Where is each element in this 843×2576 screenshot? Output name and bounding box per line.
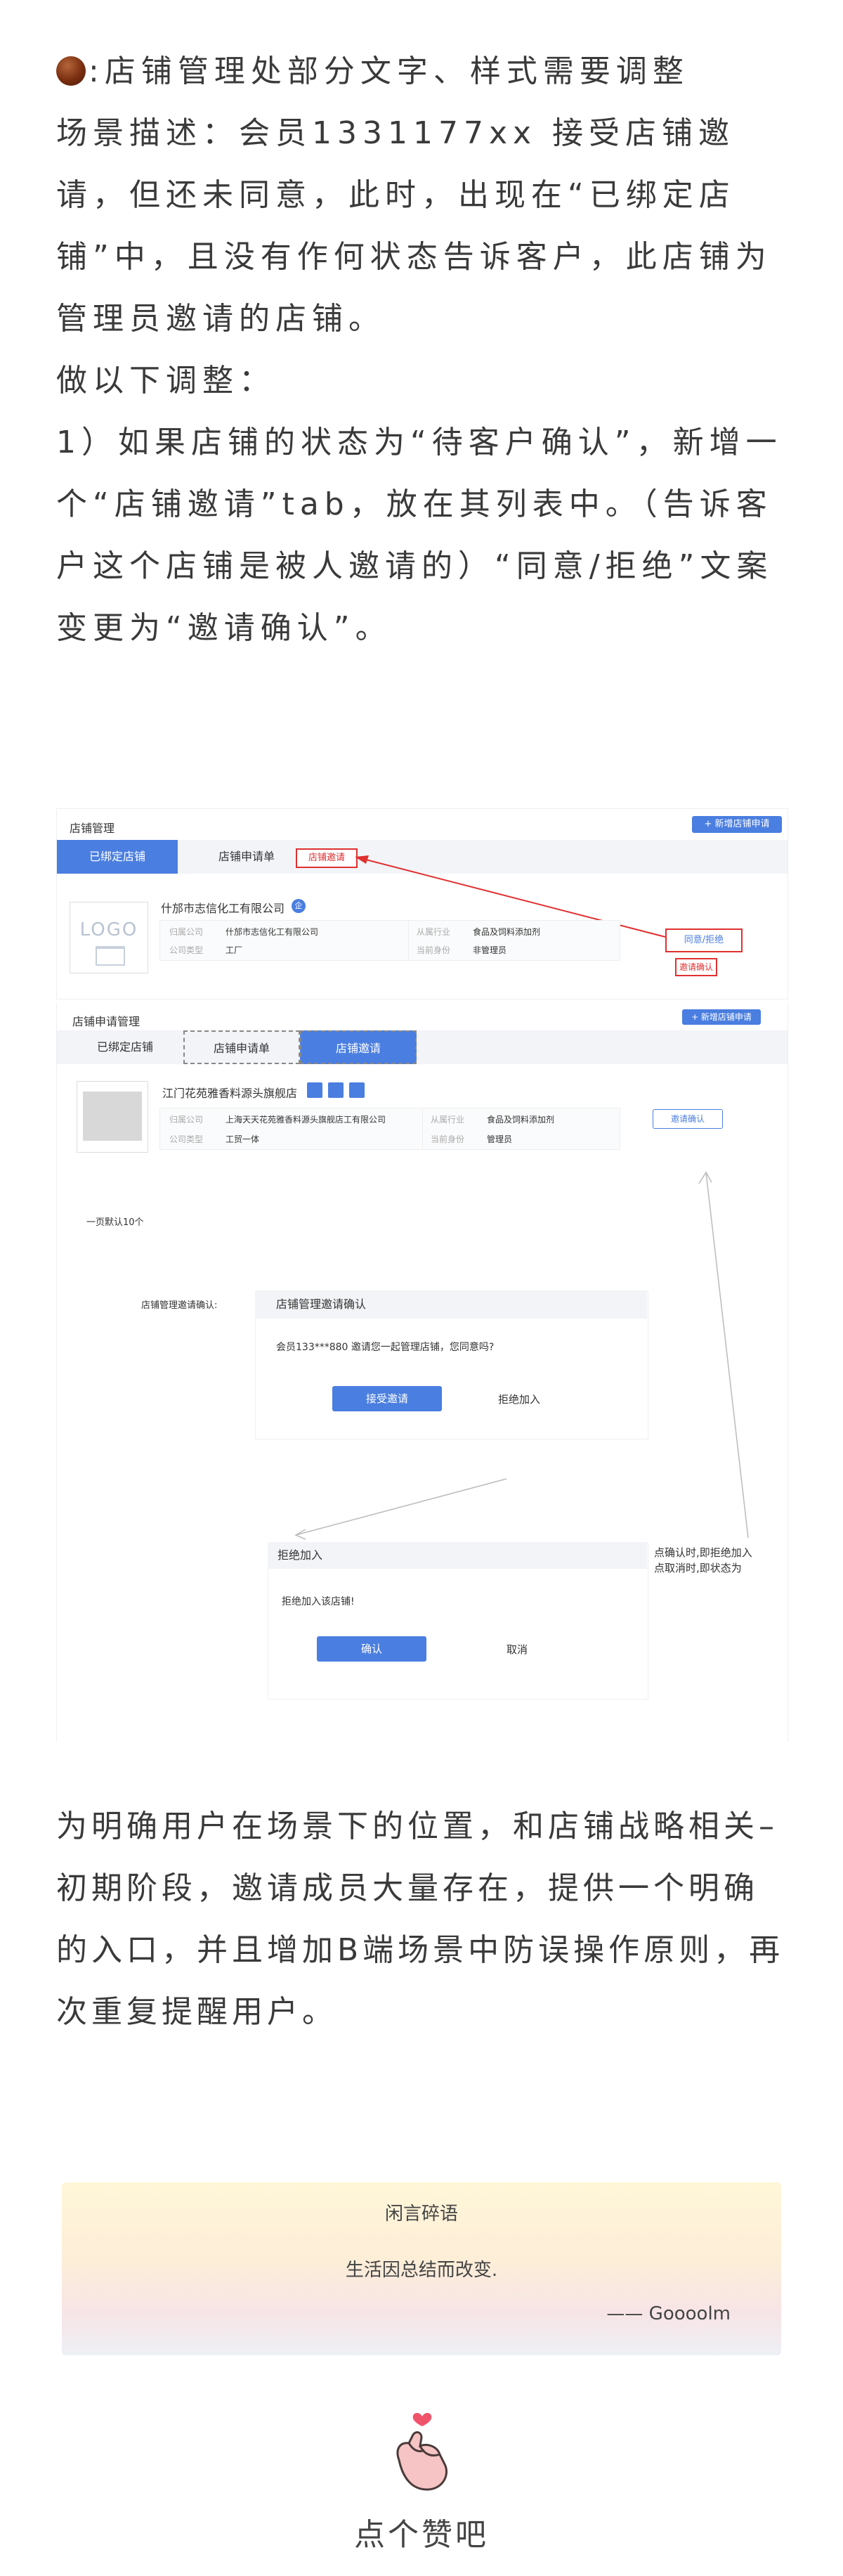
reject-dialog-message: 拒绝加入该店铺!	[282, 1596, 355, 1607]
side-note-1: 点确认时,即拒绝加入	[654, 1546, 752, 1559]
like-section: 点个赞吧	[0, 2404, 843, 2576]
value-type: 工厂	[226, 945, 243, 955]
value-role: 非管理员	[473, 945, 507, 955]
cancel-link[interactable]: 取消	[507, 1642, 528, 1657]
finger-heart-icon[interactable]	[385, 2404, 459, 2495]
label-type: 公司类型	[169, 945, 204, 955]
logo-text: LOGO	[79, 919, 138, 940]
scene-description: 场景描述：会员1331177xx 接受店铺邀请，但还未同意，此时，出现在“已绑定…	[56, 115, 772, 337]
confirm-button[interactable]: 确认	[317, 1636, 426, 1662]
building-icon	[96, 946, 125, 966]
verified-badge: 企	[292, 899, 306, 913]
dialog-caption: 店铺管理邀请确认:	[141, 1300, 218, 1311]
invite-dialog-message: 会员133***880 邀请您一起管理店铺，您同意吗?	[276, 1342, 495, 1353]
label-company: 归属公司	[169, 927, 204, 937]
quote-author: —— Goooolm	[606, 2303, 731, 2324]
adjust-item-1: 1）如果店铺的状态为“待客户确认”，新增一个“店铺邀请”tab，放在其列表中。（…	[56, 425, 783, 646]
reject-dialog-title: 拒绝加入	[268, 1542, 647, 1569]
side-note-2: 点取消时,即状态为	[654, 1562, 742, 1574]
invite-confirm-annotation: 邀请确认	[675, 958, 717, 976]
company-name: 什邡市志信化工有限公司	[161, 902, 285, 915]
like-label[interactable]: 点个赞吧	[0, 2509, 843, 2554]
label-industry: 从属行业	[417, 927, 451, 937]
heading-text: :店铺管理处部分文字、样式需要调整	[89, 53, 689, 89]
intro-heading: :店铺管理处部分文字、样式需要调整	[56, 41, 787, 103]
article-page: :店铺管理处部分文字、样式需要调整 场景描述：会员1331177xx 接受店铺邀…	[0, 0, 843, 2576]
agree-reject-button[interactable]: 同意/拒绝	[665, 928, 743, 952]
adjust-title: 做以下调整：	[56, 363, 275, 399]
quote-title: 闲言碎语	[384, 2203, 458, 2225]
value-company: 什邡市志信化工有限公司	[226, 927, 319, 937]
intro-text: :店铺管理处部分文字、样式需要调整 场景描述：会员1331177xx 接受店铺邀…	[56, 41, 787, 659]
reject-join-link[interactable]: 拒绝加入	[498, 1392, 540, 1406]
value-industry: 食品及饲料添加剂	[473, 927, 541, 937]
label-role: 当前身份	[417, 945, 451, 955]
screenshot-store-management: 店铺管理 + 新增店铺申请 已绑定店铺 店铺申请单 店铺邀请 LOGO 什邡市志…	[56, 808, 788, 999]
screenshot-store-request-management: 店铺申请管理 + 新增店铺申请 已绑定店铺 店铺申请单 店铺邀请 江门花苑雅香料…	[56, 1004, 788, 1742]
company-logo: LOGO	[70, 902, 148, 973]
quote-card: 闲言碎语 生活因总结而改变. —— Goooolm	[62, 2182, 781, 2355]
conclusion-paragraph: 为明确用户在场景下的位置，和店铺战略相关–初期阶段，邀请成员大量存在，提供一个明…	[56, 1808, 785, 2030]
accept-invite-button[interactable]: 接受邀请	[332, 1386, 442, 1411]
chestnut-icon	[56, 56, 86, 86]
quote-text: 生活因总结而改变.	[345, 2260, 498, 2281]
invite-dialog-title: 店铺管理邀请确认	[255, 1290, 647, 1319]
